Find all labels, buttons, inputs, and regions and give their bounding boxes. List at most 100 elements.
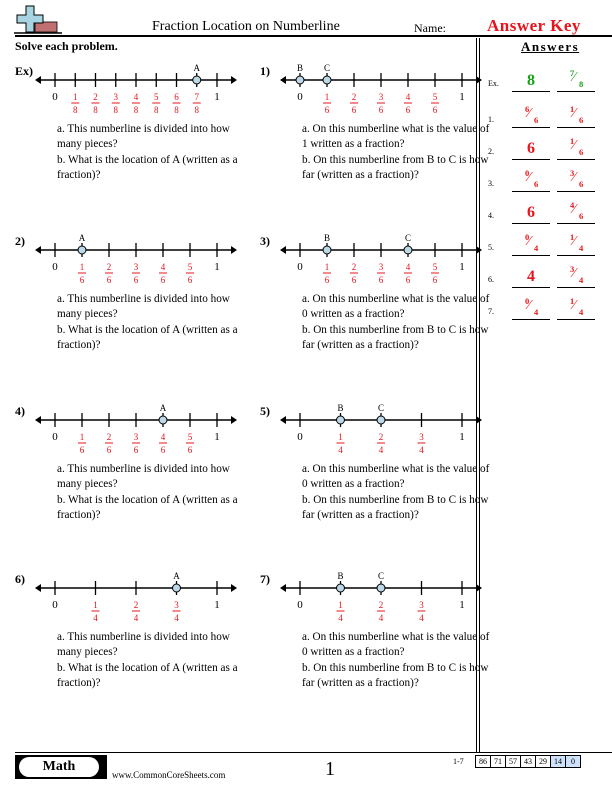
header-rule: [15, 35, 612, 37]
problem: 7) 0 1 4 2 4 3 4 1 B Ca. On this numberline what i…: [260, 568, 490, 708]
fraction-numerator: 3: [134, 432, 139, 442]
fraction-denominator: 6: [161, 275, 166, 285]
arrow-right-icon: [476, 584, 482, 592]
answer-row: Ex. 8 7 ⁄ 8: [482, 62, 612, 92]
point-label: A: [173, 571, 180, 581]
number-line: 0 1 8 2 8 3 8 4 8 5 8 6 8 7 8 1 A: [35, 63, 237, 115]
number-line: 0 1 4 2 4 3 4 1 B C: [280, 571, 482, 623]
fraction-denominator: 8: [174, 105, 179, 115]
point-label: C: [378, 403, 384, 413]
fraction-denominator: 6: [107, 445, 112, 455]
answer-line: [512, 191, 550, 192]
answer-row: 5. 0 ⁄ 4 1 ⁄ 4: [482, 226, 612, 256]
site-link[interactable]: www.CommonCoreSheets.com: [112, 770, 225, 780]
fraction-slash: ⁄: [573, 170, 576, 185]
fraction-slash: ⁄: [573, 266, 576, 281]
problem: 4) 0 1 6 2 6 3 6 4 6 5 6 1 Aa. This numberline is div…: [15, 400, 245, 540]
fraction-slash: ⁄: [528, 234, 531, 249]
fraction-numerator: 4: [161, 432, 166, 442]
answer-line: [557, 287, 595, 288]
question-text: b. On this numberline from B to C is how…: [302, 324, 489, 351]
tick-label: 0: [297, 599, 303, 611]
number-line: 0 1 4 2 4 3 4 1 B C: [280, 403, 482, 455]
question-text: a. On this numberline what is the value …: [302, 631, 490, 658]
fraction-denominator: 4: [419, 613, 424, 623]
tick-label: 1: [459, 431, 465, 443]
answer-label: 6.: [488, 275, 494, 284]
point-marker: [77, 245, 87, 255]
fraction-denominator: 4: [338, 613, 343, 623]
fraction-numerator: 2: [93, 92, 98, 102]
name-label: Name:: [414, 21, 446, 35]
fraction-numerator: 4: [406, 262, 411, 272]
question-text: b. What is the location of A (written as…: [57, 662, 238, 689]
fraction-slash: ⁄: [573, 138, 576, 153]
number-line: 0 1 6 2 6 3 6 4 6 5 6 1 B C: [280, 63, 482, 115]
score-cell: 14: [550, 755, 566, 768]
fraction-denominator: 4: [338, 445, 343, 455]
point-label: B: [337, 403, 343, 413]
answer-row: 2. 6 1 ⁄ 6: [482, 130, 612, 160]
problem-number: 6): [15, 572, 25, 586]
fraction-denominator: 6: [325, 275, 330, 285]
tick-label: 1: [459, 261, 465, 273]
fraction-denominator: 6: [406, 275, 411, 285]
answer-row: 6. 4 3 ⁄ 4: [482, 258, 612, 288]
problem-number: 3): [260, 234, 270, 248]
fraction-denominator: 6: [107, 275, 112, 285]
fraction-denominator: 8: [154, 105, 159, 115]
number-line: 0 1 6 2 6 3 6 4 6 5 6 1 A: [35, 233, 237, 285]
point-label: B: [297, 63, 303, 73]
answer-line: [557, 127, 595, 128]
answer-denominator: 4: [579, 307, 584, 317]
arrow-left-icon: [35, 246, 41, 254]
question-block: a. This numberline is divided into how m…: [57, 462, 247, 524]
tick-label: 0: [297, 91, 303, 103]
point-label: C: [405, 233, 411, 243]
answer-line: [512, 287, 550, 288]
point-marker: [403, 245, 413, 255]
question-block: a. On this numberline what is the value …: [302, 292, 492, 354]
fraction-numerator: 5: [433, 262, 438, 272]
fraction-numerator: 3: [114, 92, 119, 102]
answer-line: [557, 223, 595, 224]
answer-denominator: 6: [579, 211, 584, 221]
answer-value: 6: [527, 204, 535, 221]
fraction-numerator: 2: [134, 600, 139, 610]
answer-line: [512, 319, 550, 320]
fraction-numerator: 2: [379, 432, 384, 442]
answer-denominator: 4: [534, 307, 539, 317]
fraction-numerator: 3: [134, 262, 139, 272]
question-block: a. This numberline is divided into how m…: [57, 122, 247, 184]
fraction-denominator: 6: [134, 275, 139, 285]
fraction-denominator: 4: [419, 445, 424, 455]
question-block: a. This numberline is divided into how m…: [57, 292, 247, 354]
fraction-denominator: 6: [433, 275, 438, 285]
answer-label: 2.: [488, 147, 494, 156]
question-text: b. What is the location of A (written as…: [57, 154, 238, 181]
arrow-right-icon: [231, 416, 237, 424]
fraction-denominator: 8: [195, 105, 200, 115]
fraction-denominator: 6: [352, 275, 357, 285]
tick-label: 1: [214, 261, 220, 273]
number-line: 0 1 6 2 6 3 6 4 6 5 6 1 B C: [280, 233, 482, 285]
fraction-denominator: 6: [80, 445, 85, 455]
answer-value: 4: [527, 268, 535, 285]
answer-line: [512, 223, 550, 224]
score-cell: 43: [520, 755, 536, 768]
answer-line: [557, 319, 595, 320]
answer-denominator: 6: [579, 179, 584, 189]
answer-row: 7. 0 ⁄ 4 1 ⁄ 4: [482, 290, 612, 320]
answer-fraction: 3 ⁄ 4: [557, 264, 595, 286]
tick-label: 0: [52, 599, 58, 611]
answer-denominator: 4: [534, 243, 539, 253]
arrow-left-icon: [280, 76, 286, 84]
footer-rule: [15, 752, 612, 753]
answer-fraction: 6 ⁄ 6: [512, 104, 550, 126]
point-marker: [322, 75, 332, 85]
fraction-numerator: 1: [80, 262, 85, 272]
arrow-left-icon: [280, 584, 286, 592]
answer-label: 7.: [488, 307, 494, 316]
answer-line: [512, 159, 550, 160]
point-marker: [336, 583, 345, 593]
